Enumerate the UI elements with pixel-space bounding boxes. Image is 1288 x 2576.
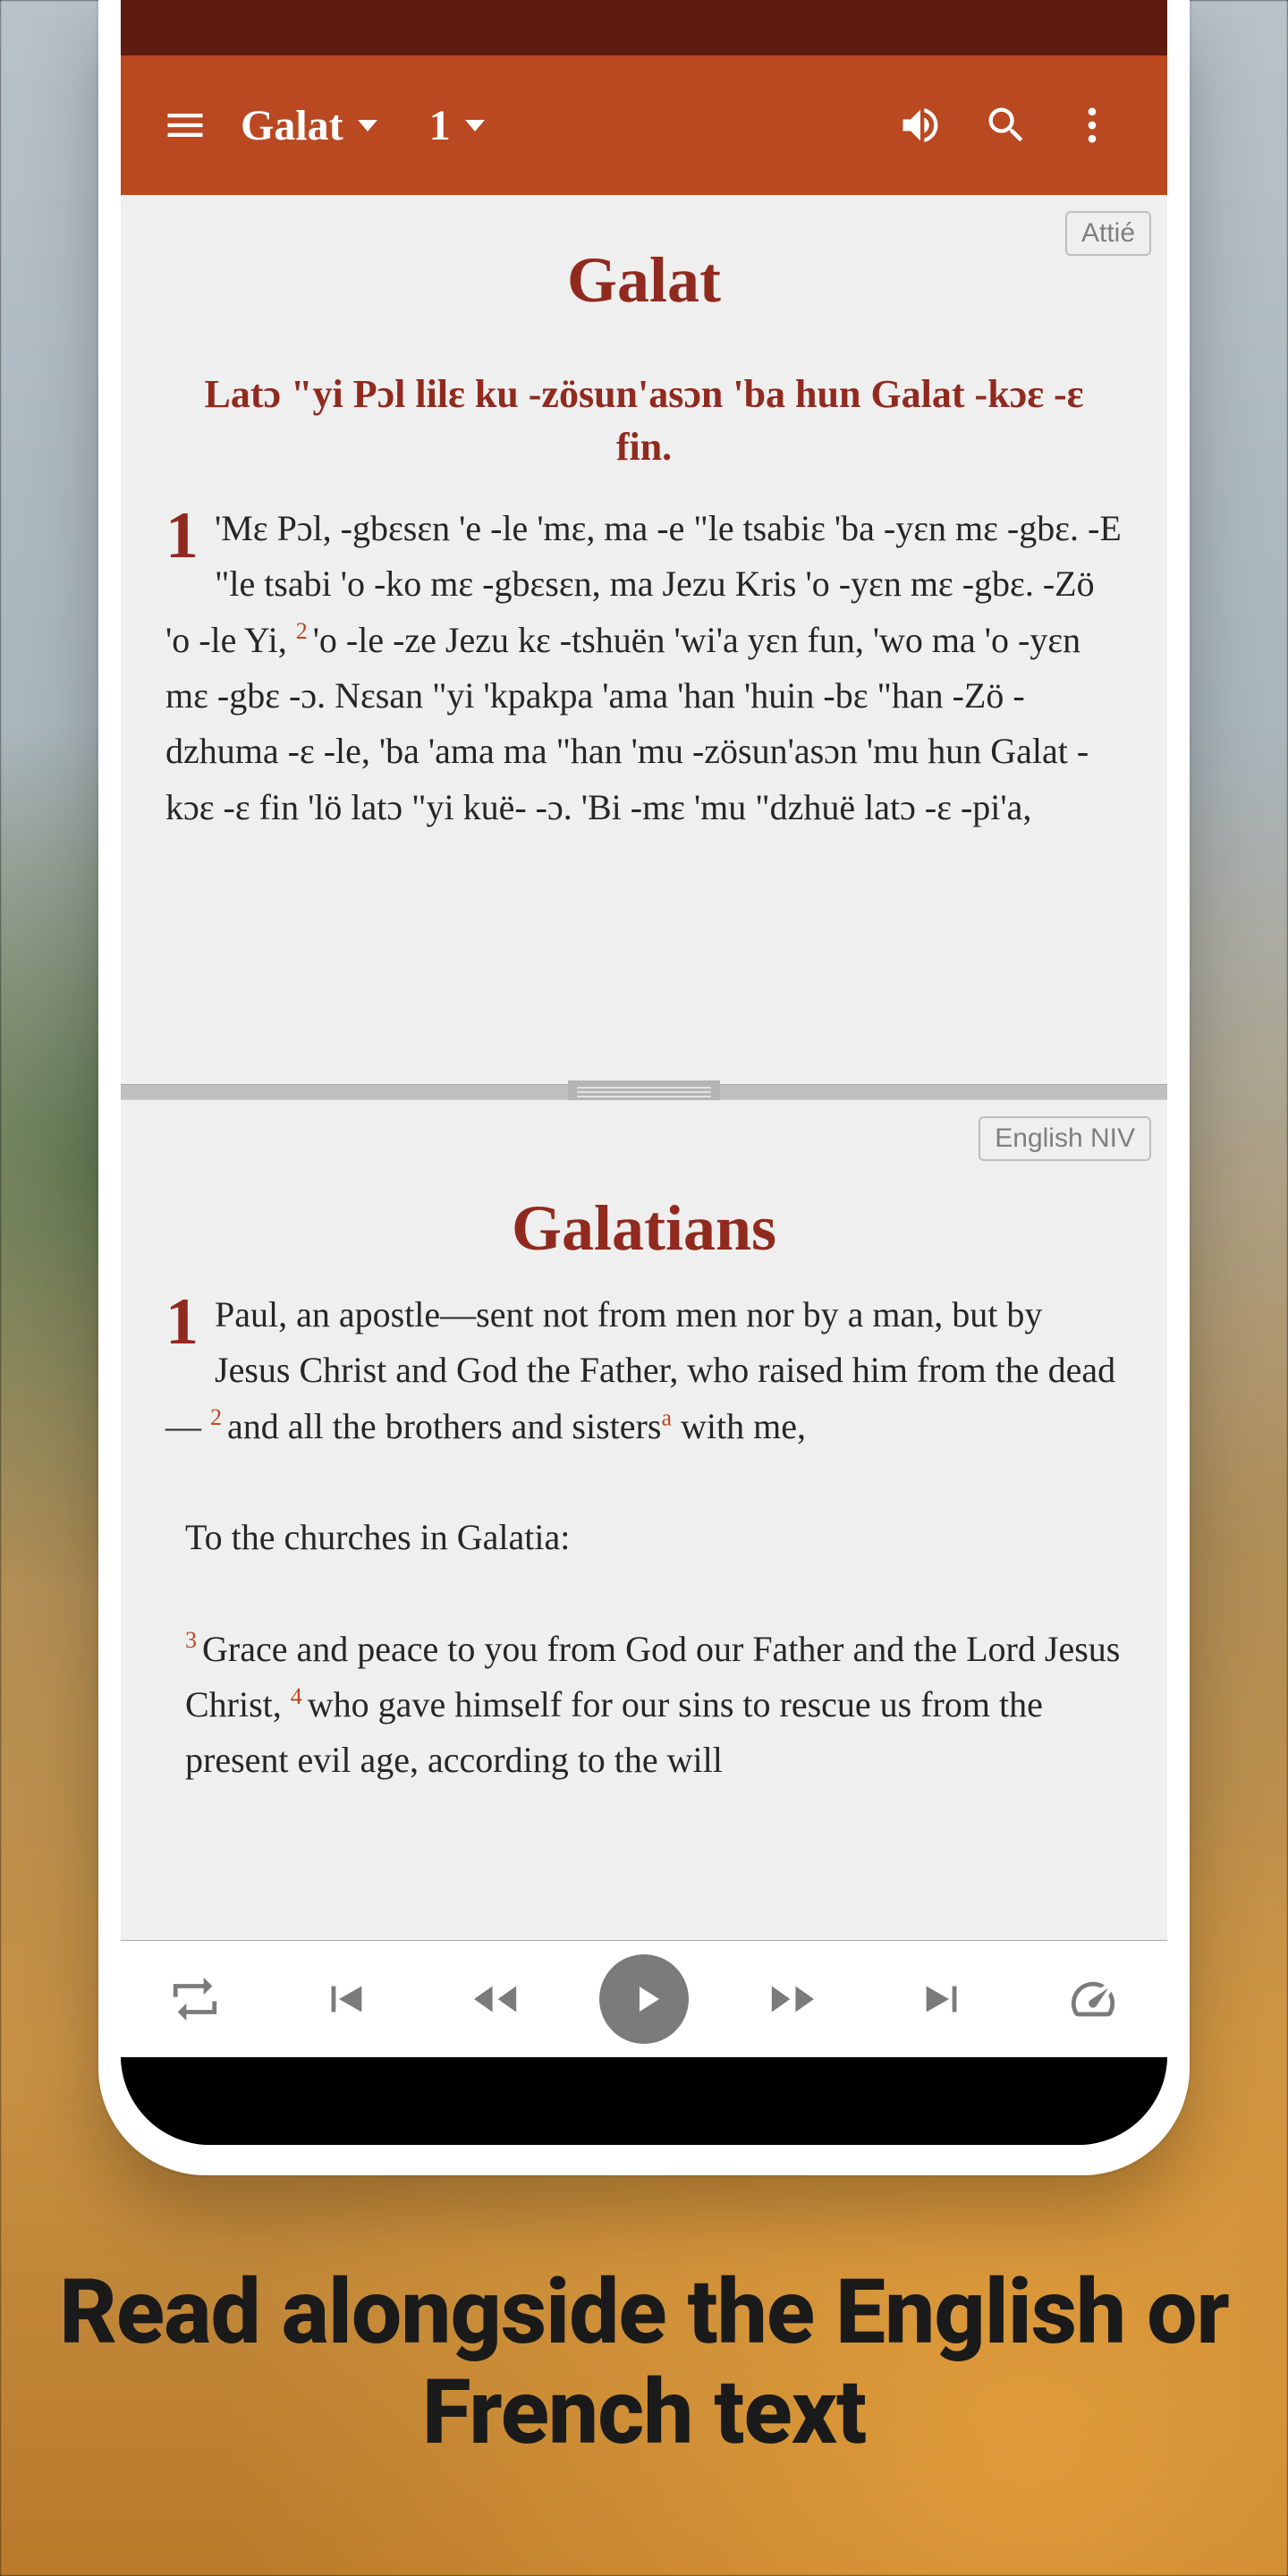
- device-chin: [121, 2057, 1167, 2145]
- verse-number: 4: [291, 1683, 308, 1709]
- speed-icon: [1067, 1973, 1119, 2025]
- book-title-secondary: Galatians: [165, 1191, 1123, 1266]
- language-badge-primary: Attié: [1065, 211, 1151, 256]
- footnote-marker[interactable]: a: [661, 1404, 672, 1430]
- rewind-button[interactable]: [445, 1950, 544, 2048]
- audio-player: [121, 1940, 1167, 2057]
- skip-next-button[interactable]: [894, 1950, 993, 2048]
- book-selector[interactable]: Galat: [228, 101, 390, 150]
- verse-text: 'o -le -ze Jezu kɛ -tshuën 'wi'a yɛn fun…: [165, 620, 1089, 827]
- verse-text: who gave himself for our sins to rescue …: [185, 1684, 1043, 1780]
- skip-previous-button[interactable]: [295, 1950, 394, 2048]
- chevron-down-icon: [358, 120, 377, 131]
- verse-number: 2: [296, 618, 313, 644]
- play-button[interactable]: [595, 1950, 693, 2048]
- search-button[interactable]: [963, 82, 1049, 168]
- status-strip: [121, 0, 1167, 55]
- pane-splitter[interactable]: [121, 1084, 1167, 1100]
- chapter-selector[interactable]: 1: [390, 101, 497, 150]
- chapter-number: 1: [165, 506, 199, 566]
- verse-body-secondary: 1 Paul, an apostle—sent not from men nor…: [165, 1287, 1123, 1789]
- section-heading: Latɔ "yi Pɔl lilɛ ku -zösun'asɔn 'ba hun…: [165, 368, 1123, 474]
- speaker-icon: [897, 102, 944, 148]
- skip-next-icon: [918, 1973, 970, 2025]
- search-icon: [983, 102, 1030, 148]
- verse-text: and all the brothers and sisters: [227, 1406, 661, 1446]
- repeat-icon: [169, 1973, 221, 2025]
- phone-frame: Galat 1 Attié: [98, 0, 1190, 2175]
- playback-speed-button[interactable]: [1044, 1950, 1142, 2048]
- language-badge-secondary: English NIV: [979, 1116, 1151, 1161]
- kebab-icon: [1069, 102, 1115, 148]
- chevron-down-icon: [465, 120, 485, 131]
- verse-number: 3: [185, 1627, 202, 1653]
- rewind-icon: [469, 1973, 521, 2025]
- fast-forward-button[interactable]: [744, 1950, 843, 2048]
- hamburger-icon: [162, 102, 208, 148]
- menu-button[interactable]: [142, 82, 228, 168]
- app-shell: Galat 1 Attié: [121, 0, 1167, 2057]
- toolbar: Galat 1: [121, 55, 1167, 195]
- chapter-selector-label: 1: [429, 101, 451, 150]
- book-title-primary: Galat: [165, 243, 1123, 318]
- book-selector-label: Galat: [241, 101, 343, 150]
- pane-secondary: English NIV Galatians 1 Paul, an apostle…: [121, 1100, 1167, 1940]
- overflow-button[interactable]: [1049, 82, 1135, 168]
- pane-primary: Attié Galat Latɔ "yi Pɔl lilɛ ku -zösun'…: [121, 195, 1167, 1084]
- verse-body-primary: 1 'Mɛ Pɔl, -gbɛsɛn 'e -le 'mɛ, ma -e "le…: [165, 501, 1123, 835]
- verse-text: with me,: [672, 1406, 806, 1446]
- verse-number: 2: [210, 1404, 227, 1430]
- chapter-number: 1: [165, 1292, 199, 1352]
- fast-forward-icon: [767, 1973, 819, 2025]
- promo-caption: Read alongside the English or French tex…: [0, 2263, 1288, 2463]
- address-line: To the churches in Galatia:: [165, 1510, 1123, 1565]
- play-icon: [625, 1978, 668, 2021]
- play-circle: [599, 1954, 689, 2044]
- repeat-button[interactable]: [146, 1950, 244, 2048]
- audio-button[interactable]: [877, 82, 963, 168]
- skip-previous-icon: [318, 1973, 370, 2025]
